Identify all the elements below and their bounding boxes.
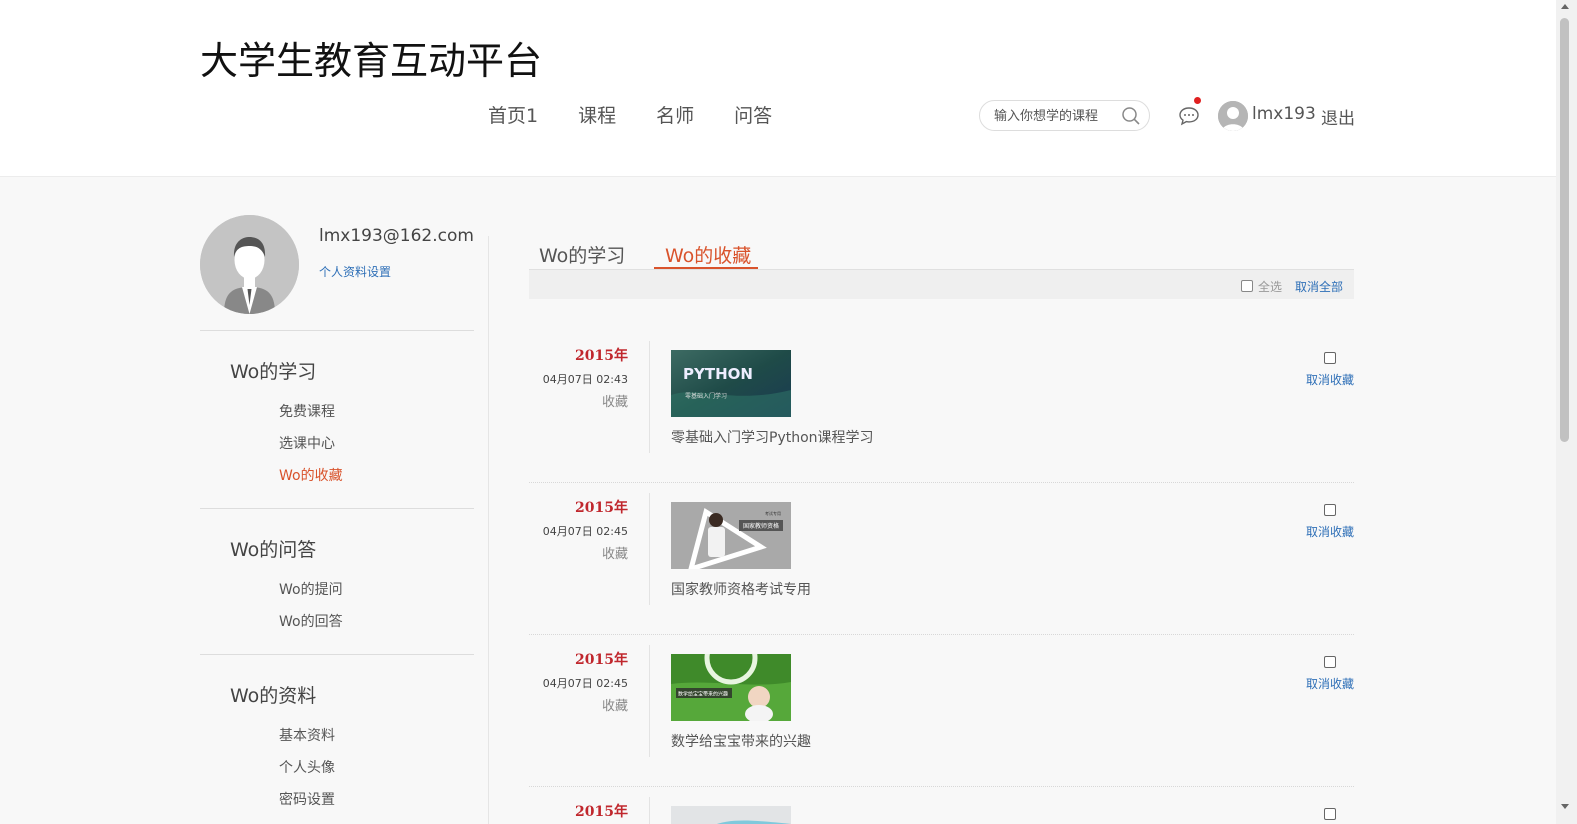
uncollect-button[interactable]: 取消收藏 — [1306, 675, 1354, 692]
sidebar-item-free-courses[interactable]: 免费课程 — [279, 401, 335, 421]
sidebar-section-title[interactable]: Wo的学习 — [230, 357, 316, 384]
sidebar-item-course-center[interactable]: 选课中心 — [279, 433, 335, 453]
item-date: 04月07日 02:43 — [542, 373, 628, 386]
select-all-label[interactable]: 全选 — [1258, 278, 1282, 295]
nav-qa[interactable]: 问答 — [734, 101, 772, 128]
item-date: 04月07日 02:45 — [542, 677, 628, 690]
course-title[interactable]: 数学给宝宝带来的兴趣 — [671, 731, 811, 751]
sidebar-item-my-answers[interactable]: Wo的回答 — [279, 611, 343, 631]
sidebar-section-qa: Wo的问答 Wo的提问 Wo的回答 — [200, 508, 474, 654]
item-checkbox[interactable] — [1324, 352, 1336, 364]
favorite-item: 2015年 04月07日 02:45 收藏 数学给宝宝带来的兴趣 数学给宝宝带来… — [529, 635, 1354, 787]
item-action: 收藏 — [601, 395, 628, 410]
scrollbar[interactable] — [1556, 0, 1577, 824]
favorite-item: 2015年 04月07日 02:45 收藏 国家教师资格 考试专用 国家教师资格… — [529, 483, 1354, 635]
item-year: 2015年 — [575, 652, 628, 668]
user-email: lmx193@162.com — [319, 226, 474, 246]
timeline-line — [649, 797, 650, 824]
cancel-all-button[interactable]: 取消全部 — [1295, 278, 1343, 295]
thumb-subtitle: 考试专用 — [765, 510, 781, 516]
thumb-title: 数学给宝宝带来的兴趣 — [678, 691, 728, 698]
username[interactable]: lmx193 — [1252, 104, 1316, 124]
item-date: 04月07日 02:45 — [542, 525, 628, 538]
uncollect-button[interactable]: 取消收藏 — [1306, 523, 1354, 540]
message-icon[interactable] — [1178, 106, 1200, 126]
sidebar-item-password[interactable]: 密码设置 — [279, 789, 335, 809]
item-year: 2015年 — [575, 804, 628, 820]
course-thumbnail[interactable]: 国家教师资格 考试专用 — [671, 502, 791, 569]
profile-avatar-icon — [200, 215, 299, 314]
timeline-line — [649, 493, 650, 605]
favorites-toolbar: 全选 取消全部 — [529, 270, 1354, 299]
course-thumbnail[interactable] — [671, 806, 791, 824]
course-thumbnail[interactable]: PYTHON 零基础入门学习 — [671, 350, 791, 417]
sidebar-section-title[interactable]: Wo的资料 — [230, 681, 316, 708]
nav-courses[interactable]: 课程 — [578, 101, 616, 128]
course-title[interactable]: 国家教师资格考试专用 — [671, 579, 811, 599]
user-avatar-icon — [1218, 101, 1248, 131]
search-icon[interactable] — [1121, 106, 1141, 126]
search-box — [979, 100, 1150, 131]
nav-home[interactable]: 首页1 — [488, 101, 538, 128]
uncollect-button[interactable]: 取消收藏 — [1306, 371, 1354, 388]
sidebar-item-basic-info[interactable]: 基本资料 — [279, 725, 335, 745]
favorite-item: 2015年 04月07日 02:43 收藏 PYTHON 零基础入门学习 零基础… — [529, 331, 1354, 483]
profile-avatar[interactable] — [200, 215, 299, 314]
main-nav: 首页1 课程 名师 问答 — [488, 101, 812, 128]
thumb-subtitle: 零基础入门学习 — [685, 392, 727, 400]
nav-teachers[interactable]: 名师 — [656, 101, 694, 128]
site-title[interactable]: 大学生教育互动平台 — [200, 30, 542, 85]
sidebar-section-title[interactable]: Wo的问答 — [230, 535, 316, 562]
divider — [488, 236, 489, 824]
site-header: 大学生教育互动平台 首页1 课程 名师 问答 lmx193 退出 — [0, 0, 1556, 177]
course-thumbnail[interactable]: 数学给宝宝带来的兴趣 — [671, 654, 791, 721]
notification-dot — [1194, 97, 1201, 104]
timeline-line — [649, 341, 650, 453]
scroll-down-icon[interactable] — [1561, 804, 1569, 809]
item-action: 收藏 — [601, 699, 628, 714]
favorite-item: 2015年 — [529, 787, 1354, 824]
logout-link[interactable]: 退出 — [1321, 104, 1355, 129]
sidebar-section-profile: Wo的资料 基本资料 个人头像 密码设置 — [200, 654, 474, 824]
avatar[interactable] — [1218, 101, 1248, 131]
sidebar-item-my-favorites[interactable]: Wo的收藏 — [279, 465, 343, 485]
timeline-line — [649, 645, 650, 757]
content-tabs: Wo的学习 Wo的收藏 — [529, 236, 1354, 270]
item-year: 2015年 — [575, 348, 628, 364]
item-checkbox[interactable] — [1324, 808, 1336, 820]
sidebar-item-avatar[interactable]: 个人头像 — [279, 757, 335, 777]
item-action: 收藏 — [601, 547, 628, 562]
thumb-title: PYTHON — [683, 365, 753, 383]
select-all-checkbox[interactable] — [1241, 280, 1253, 292]
search-input[interactable] — [994, 106, 1119, 126]
profile-settings-link[interactable]: 个人资料设置 — [319, 263, 391, 280]
sidebar-section-learning: Wo的学习 免费课程 选课中心 Wo的收藏 — [200, 330, 474, 508]
item-checkbox[interactable] — [1324, 504, 1336, 516]
tab-my-favorites[interactable]: Wo的收藏 — [665, 241, 751, 268]
sidebar-item-my-questions[interactable]: Wo的提问 — [279, 579, 343, 599]
scrollbar-thumb[interactable] — [1560, 18, 1569, 442]
scroll-up-icon[interactable] — [1561, 4, 1569, 9]
course-title[interactable]: 零基础入门学习Python课程学习 — [671, 427, 874, 447]
thumb-title: 国家教师资格 — [743, 522, 779, 530]
tab-my-learning[interactable]: Wo的学习 — [539, 241, 625, 268]
item-checkbox[interactable] — [1324, 656, 1336, 668]
item-year: 2015年 — [575, 500, 628, 516]
active-tab-indicator — [654, 267, 758, 269]
